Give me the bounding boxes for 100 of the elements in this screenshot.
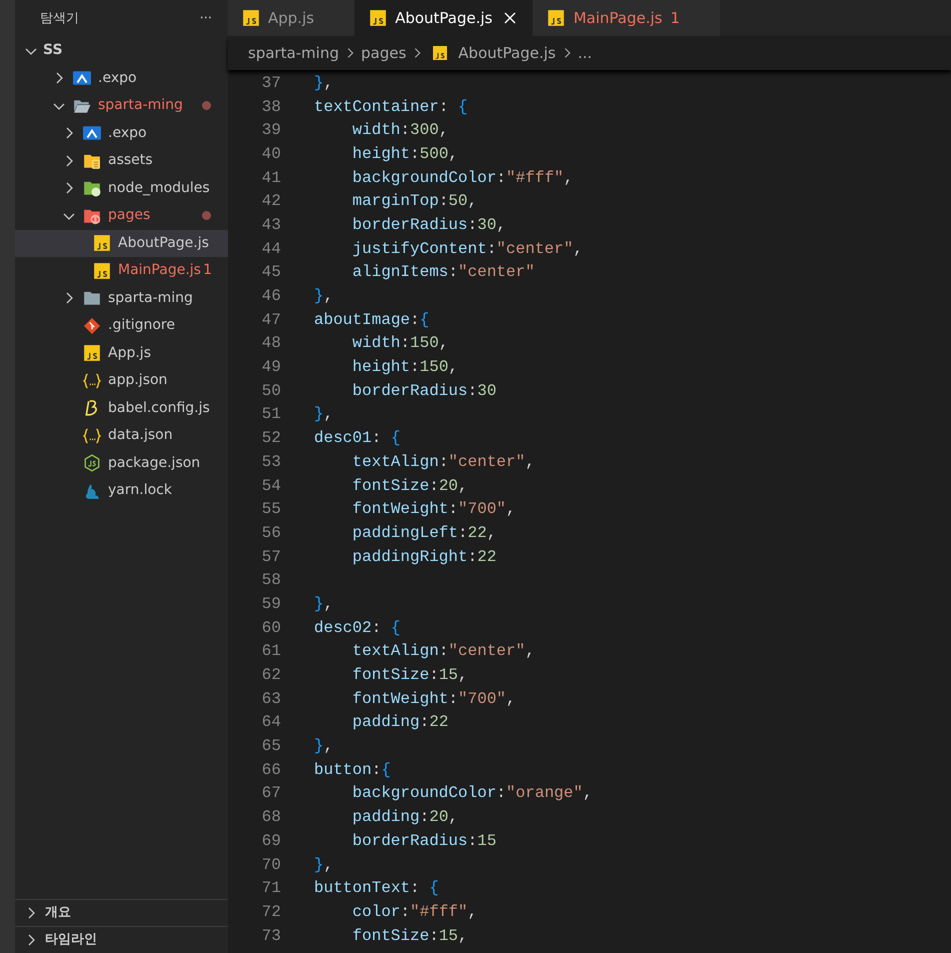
line-number: 55 [260,499,281,520]
line-number: 43 [260,214,281,236]
code-line: fontWeight:"700", [352,499,516,520]
line-number: 69 [260,830,281,852]
folder-row[interactable]: pages [15,202,228,230]
code-line: button:{ [314,760,391,781]
folder-row[interactable]: sparta-ming [15,284,228,312]
line-number: 62 [260,665,281,686]
js-file-icon [242,9,260,27]
line-number: 37 [260,72,281,94]
code-line: backgroundColor:"#fff", [352,168,574,189]
braces-icon [83,372,101,390]
js-file-icon [83,344,101,362]
hexagon-icon [83,454,101,472]
line-number: 56 [260,522,281,544]
problem-count: 1 [203,261,212,280]
line-number: 53 [260,452,281,473]
line-number: 39 [260,120,281,142]
line-number: 61 [260,641,281,662]
line-number: 48 [260,333,281,354]
line-number: 45 [260,262,281,284]
folder-row[interactable]: assets [15,147,228,174]
line-number: 41 [260,168,281,189]
file-row[interactable]: app.json [15,367,228,394]
code-line: textAlign:"center", [352,452,535,473]
module-folder-icon [83,179,101,198]
code-line: padding:20, [352,807,458,828]
cat-icon [83,482,101,500]
code-line: fontSize:15, [352,926,468,947]
line-number: 49 [260,357,281,378]
code-line: }, [314,72,334,94]
file-row[interactable]: .gitignore [15,312,228,340]
js-file-icon [93,262,111,280]
code-line: fontWeight:"700", [352,688,516,710]
line-number: 50 [260,380,281,402]
breadcrumb-item[interactable]: ... [578,42,592,64]
code-line: fontSize:20, [352,476,468,497]
breadcrumb-item[interactable]: sparta-ming [248,42,339,64]
code-line: buttonText: { [314,878,439,900]
folder-row[interactable]: node_modules [15,174,228,202]
editor-tab[interactable]: AboutPage.js [355,0,534,36]
line-number: 67 [260,783,281,804]
file-row[interactable]: App.js [15,340,228,367]
line-number: 51 [260,404,281,426]
line-number: 65 [260,736,281,758]
code-line: }, [314,854,334,876]
line-number: 47 [260,310,281,331]
line-number: 68 [260,807,281,828]
code-line: width:150, [352,333,448,354]
code-line: width:300, [352,120,448,142]
file-row[interactable]: MainPage.js 1 [15,257,228,284]
breadcrumb-item[interactable]: AboutPage.js [458,42,556,64]
code-line: desc02: { [314,618,400,639]
folder-row[interactable]: sparta-ming [15,92,228,120]
editor-tab[interactable]: App.js [228,0,356,36]
editor-tab[interactable]: MainPage.js 1 [533,0,721,36]
line-number: 70 [260,854,281,876]
more-actions-icon[interactable]: ··· [200,8,212,28]
line-number: 42 [260,191,281,212]
code-line: height:150, [352,357,458,378]
line-number: 64 [260,712,281,734]
code-line: marginTop:50, [352,191,478,212]
js-file-icon [93,234,111,252]
braces-icon [83,426,101,445]
line-number: 58 [260,570,281,592]
file-row[interactable]: data.json [15,422,228,450]
code-line: }, [314,286,334,308]
code-line: backgroundColor:"orange", [352,783,592,804]
line-number: 60 [260,618,281,639]
code-line: alignItems:"center" [352,262,535,284]
file-row[interactable]: yarn.lock [15,477,228,504]
line-number: 57 [260,546,281,568]
line-number: 40 [260,144,281,165]
code-line: textContainer: { [314,96,468,118]
line-number: 46 [260,286,281,308]
line-number: 52 [260,428,281,450]
code-line: }, [314,594,334,615]
code-line: borderRadius:30 [352,380,496,402]
file-row[interactable]: AboutPage.js [15,230,228,257]
line-number: 59 [260,594,281,615]
folder-icon [83,124,101,142]
code-line: desc01: { [314,428,400,450]
code-line: aboutImage:{ [314,310,430,331]
code-line: paddingRight:22 [352,546,496,568]
code-line: paddingLeft:22, [352,522,496,544]
breadcrumb-item[interactable]: pages [361,42,406,64]
file-row[interactable]: babel.config.js [15,394,228,422]
js-file-icon [432,45,448,61]
panel-header[interactable]: 타임라인 [15,926,228,953]
line-number: 44 [260,238,281,260]
line-number: 38 [260,96,281,118]
js-file-icon [547,9,566,27]
panel-header[interactable]: 개요 [15,899,228,926]
folder-row[interactable]: .expo [15,64,228,92]
code-line: }, [314,736,334,758]
folder-row[interactable]: .expo [15,120,228,147]
workspace-row[interactable]: SS [15,37,228,64]
file-row[interactable]: package.json [15,450,228,477]
line-number: 63 [260,688,281,710]
line-number: 66 [260,760,281,781]
